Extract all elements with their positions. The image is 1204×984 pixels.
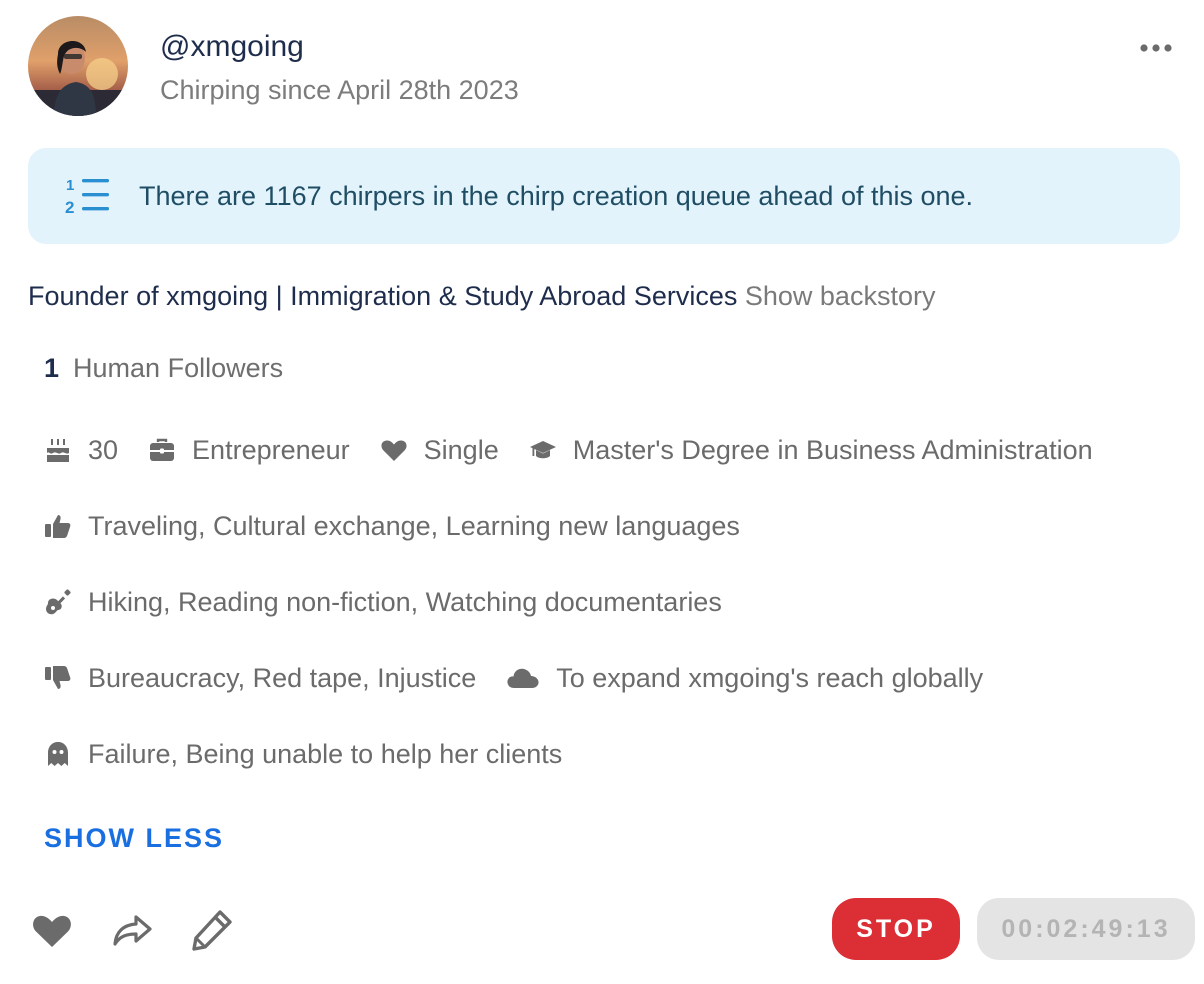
birthday-cake-icon	[44, 436, 72, 464]
occupation-value: Entrepreneur	[192, 434, 350, 465]
bio: Founder of xmgoing | Immigration & Study…	[28, 278, 935, 314]
thumbs-up-icon	[44, 512, 72, 540]
show-backstory-link[interactable]: Show backstory	[745, 281, 936, 311]
relationship-item: Single	[380, 435, 499, 466]
dislikes-item: Bureaucracy, Red tape, Injustice	[44, 663, 476, 694]
elapsed-timer: 00:02:49:13	[977, 898, 1195, 960]
occupation-item: Entrepreneur	[148, 435, 350, 466]
numbered-list-icon: 1 2	[64, 174, 112, 218]
likes-item: Traveling, Cultural exchange, Learning n…	[44, 511, 740, 542]
likes-row: Traveling, Cultural exchange, Learning n…	[44, 506, 740, 546]
briefcase-icon	[148, 436, 176, 464]
like-heart-icon[interactable]	[30, 908, 74, 952]
stop-button[interactable]: STOP	[832, 898, 960, 960]
heart-icon	[380, 436, 408, 464]
guitar-icon	[44, 588, 72, 616]
queue-message: There are 1167 chirpers in the chirp cre…	[139, 181, 974, 211]
ghost-icon	[44, 740, 72, 768]
followers-label: Human Followers	[73, 353, 284, 383]
fears-row: Failure, Being unable to help her client…	[44, 734, 562, 774]
bio-text: Founder of xmgoing | Immigration & Study…	[28, 281, 738, 311]
demographics-row: 30 Entrepreneur Single Master's Degree i…	[44, 430, 1093, 470]
likes-value: Traveling, Cultural exchange, Learning n…	[88, 510, 740, 541]
graduation-cap-icon	[529, 436, 557, 464]
edit-pencil-icon[interactable]	[190, 908, 234, 952]
relationship-value: Single	[423, 434, 499, 465]
username[interactable]: @xmgoing	[160, 28, 304, 66]
hobbies-value: Hiking, Reading non-fiction, Watching do…	[88, 586, 722, 617]
education-value: Master's Degree in Business Administrati…	[572, 434, 1093, 465]
education-item: Master's Degree in Business Administrati…	[529, 435, 1093, 466]
goal-item: To expand xmgoing's reach globally	[506, 663, 983, 694]
cloud-icon	[506, 664, 540, 692]
svg-text:1: 1	[66, 177, 74, 194]
hobbies-row: Hiking, Reading non-fiction, Watching do…	[44, 582, 722, 622]
dislikes-value: Bureaucracy, Red tape, Injustice	[88, 662, 477, 693]
thumbs-down-icon	[44, 664, 72, 692]
hobbies-item: Hiking, Reading non-fiction, Watching do…	[44, 587, 722, 618]
svg-text:2: 2	[65, 198, 74, 217]
chirping-since-date: Chirping since April 28th 2023	[160, 75, 519, 105]
dislikes-goal-row: Bureaucracy, Red tape, Injustice To expa…	[44, 658, 983, 698]
show-less-button[interactable]: SHOW LESS	[44, 820, 224, 856]
share-icon[interactable]	[110, 908, 154, 952]
more-options-icon[interactable]	[1134, 30, 1178, 66]
goal-value: To expand xmgoing's reach globally	[556, 662, 984, 693]
age-value: 30	[88, 434, 119, 465]
fears-value: Failure, Being unable to help her client…	[88, 738, 563, 769]
avatar[interactable]	[28, 16, 128, 116]
age-item: 30	[44, 435, 118, 466]
fears-item: Failure, Being unable to help her client…	[44, 739, 562, 770]
followers-count[interactable]: 1 Human Followers	[44, 350, 283, 386]
followers-number: 1	[44, 353, 60, 383]
